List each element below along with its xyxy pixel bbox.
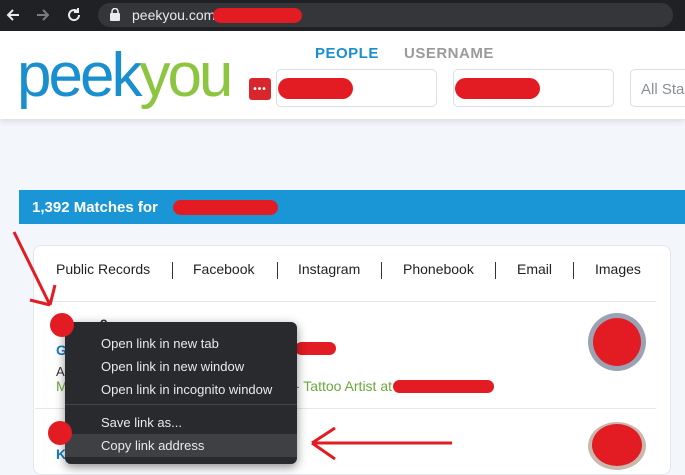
password-badge-icon[interactable]: ••• [249,78,271,100]
peekyou-logo[interactable]: peekyou [17,45,233,107]
menu-item-open-new-tab[interactable]: Open link in new tab [65,332,297,355]
lock-icon [110,7,120,26]
divider [172,262,173,279]
divider [495,262,496,279]
filter-facebook[interactable]: Facebook [193,261,254,277]
back-icon[interactable] [2,4,24,26]
filter-public-records[interactable]: Public Records [56,261,150,277]
divider [277,262,278,279]
filter-images[interactable]: Images [595,261,641,277]
redaction-mark [295,342,336,355]
result-detail: A [56,364,65,379]
divider [573,262,574,279]
redaction-mark [592,424,642,466]
forward-icon[interactable] [32,4,54,26]
redaction-mark [278,78,353,99]
filter-phonebook[interactable]: Phonebook [403,261,474,277]
site-header: peekyou ••• PEOPLE USERNAME All Sta [0,31,685,119]
redaction-mark [455,78,540,99]
result-occupation: - Tattoo Artist at [295,378,393,394]
redaction-mark [593,318,641,366]
matches-count: 1,392 Matches for [32,199,158,216]
address-bar[interactable]: peekyou.com [98,3,673,27]
matches-banner: 1,392 Matches for [19,190,685,224]
tab-username[interactable]: USERNAME [404,45,494,62]
redaction-mark [173,200,278,215]
menu-item-copy-link-address[interactable]: Copy link address [65,434,297,457]
context-menu: Open link in new tab Open link in new wi… [65,322,297,464]
reload-icon[interactable] [63,4,85,26]
redaction-mark [213,8,302,23]
menu-item-save-link[interactable]: Save link as... [65,411,297,434]
menu-separator [65,404,297,405]
tab-people[interactable]: PEOPLE [315,45,379,62]
browser-toolbar: peekyou.com [0,0,685,31]
redaction-mark [393,380,494,393]
menu-item-open-incognito[interactable]: Open link in incognito window [65,378,297,401]
menu-item-open-new-window[interactable]: Open link in new window [65,355,297,378]
filter-instagram[interactable]: Instagram [298,261,360,277]
state-select[interactable]: All Sta [630,69,685,107]
divider [35,301,656,302]
divider [381,262,382,279]
filter-email[interactable]: Email [517,261,552,277]
url-text: peekyou.com [132,7,216,23]
